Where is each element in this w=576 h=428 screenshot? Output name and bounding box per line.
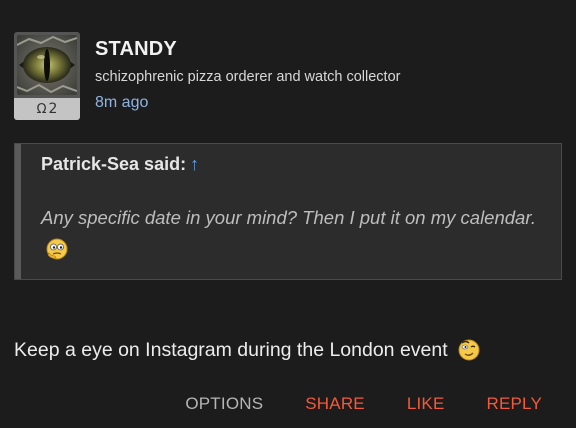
- quote-text-content: Any specific date in your mind? Then I p…: [41, 207, 536, 228]
- like-button[interactable]: LIKE: [407, 394, 445, 414]
- quote-jump-link[interactable]: ↑: [190, 154, 199, 174]
- quote-block: Patrick-Sea said: ↑ Any specific date in …: [14, 143, 562, 280]
- post-body: Keep a eye on Instagram during the Londo…: [14, 337, 481, 362]
- quote-author: Patrick-Sea said: ↑: [41, 154, 199, 175]
- avatar[interactable]: [17, 35, 77, 95]
- wink-emoji-icon: [458, 339, 480, 361]
- reply-button[interactable]: REPLY: [487, 394, 543, 414]
- username[interactable]: STANDY: [95, 38, 177, 61]
- user-title: schizophrenic pizza orderer and watch co…: [95, 69, 401, 85]
- share-button[interactable]: SHARE: [305, 394, 365, 414]
- post-header: Ω2 STANDY schizophrenic pizza orderer an…: [14, 32, 562, 124]
- reptile-eye-avatar-icon: [17, 35, 77, 95]
- post-actions: OPTIONS SHARE LIKE REPLY: [185, 394, 542, 414]
- rank-value: 2: [48, 101, 58, 117]
- options-button[interactable]: OPTIONS: [185, 394, 263, 414]
- post-body-text: Keep a eye on Instagram during the Londo…: [14, 339, 448, 361]
- avatar-card[interactable]: Ω2: [14, 32, 80, 120]
- thinking-emoji-icon: [46, 238, 68, 260]
- quote-author-label: Patrick-Sea said:: [41, 154, 187, 174]
- rank-badge: Ω2: [14, 98, 80, 120]
- quote-bar: [15, 144, 21, 279]
- rank-symbol: Ω: [36, 102, 47, 117]
- post-timestamp[interactable]: 8m ago: [95, 94, 148, 112]
- quote-text: Any specific date in your mind? Then I p…: [41, 202, 551, 266]
